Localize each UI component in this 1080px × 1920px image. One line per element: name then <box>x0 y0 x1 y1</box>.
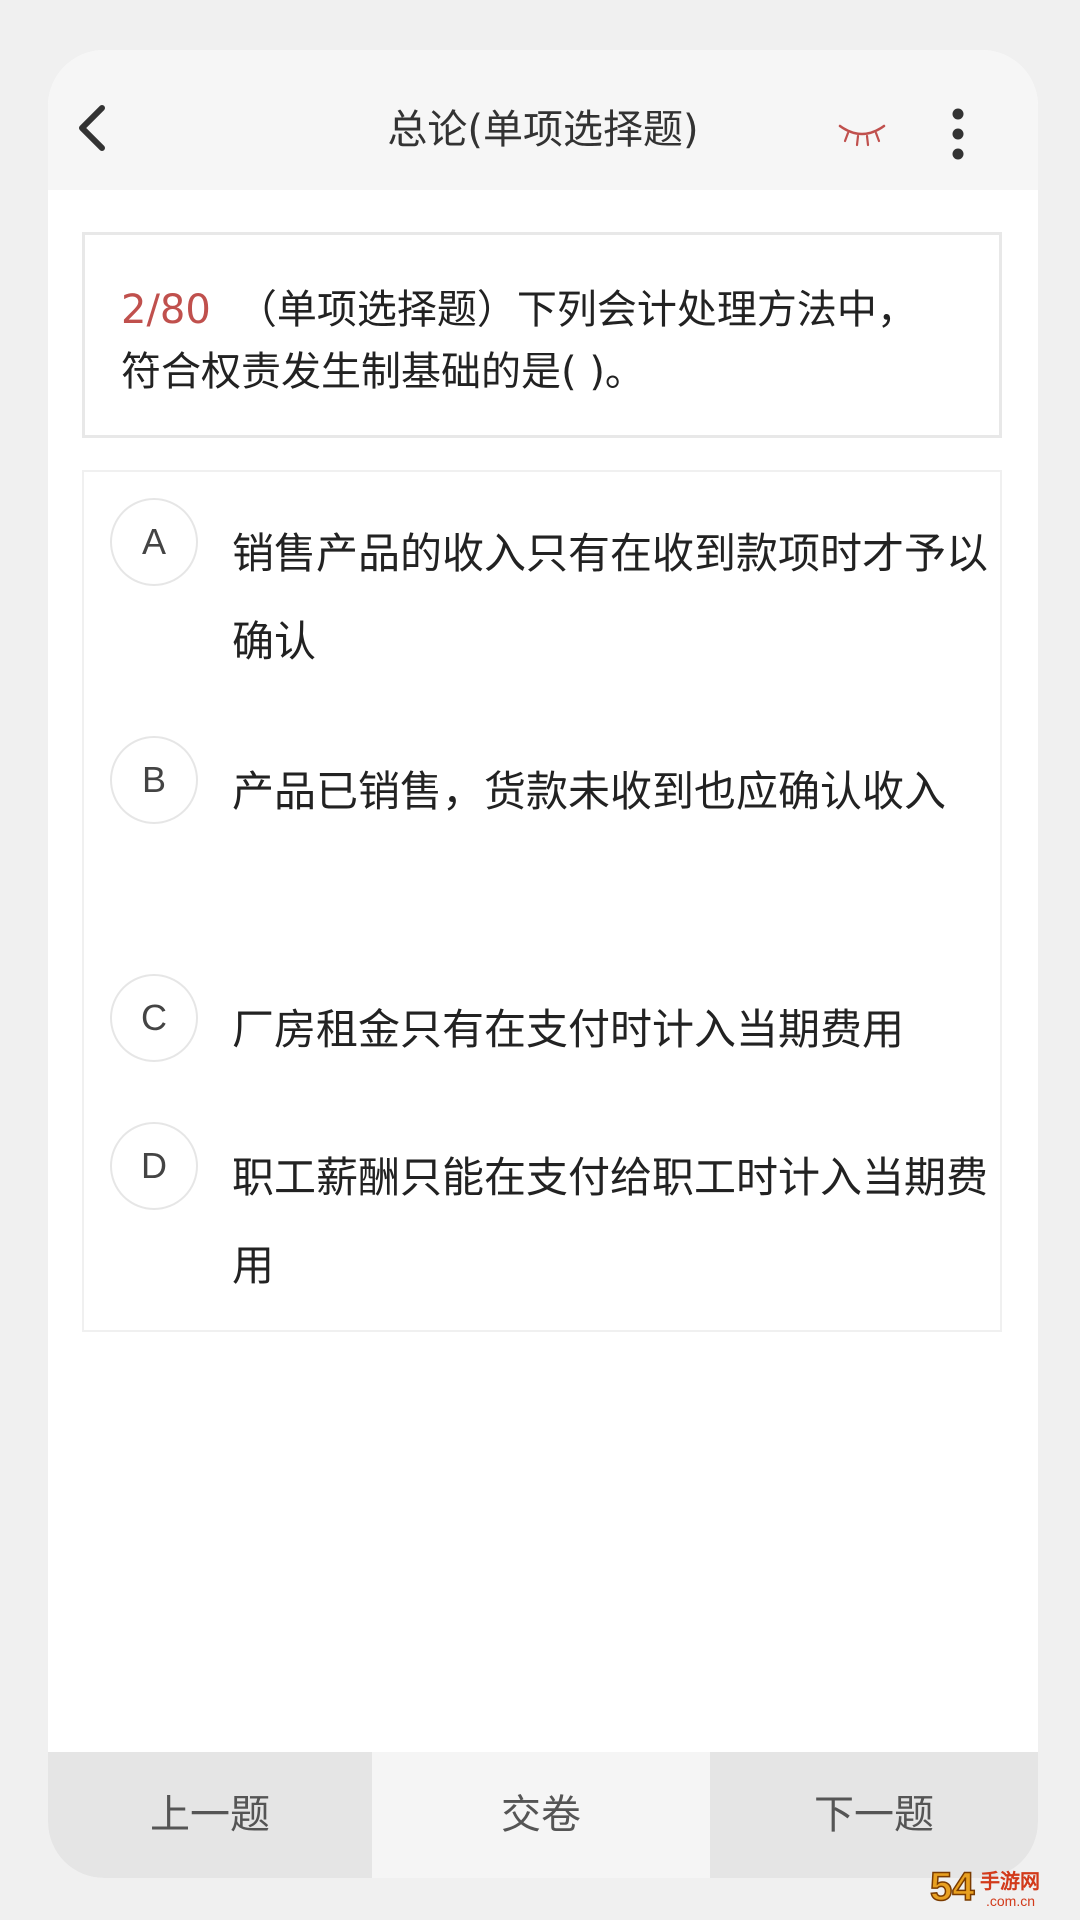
option-letter: A <box>110 498 198 586</box>
option-c[interactable]: C 厂房租金只有在支付时计入当期费用 <box>84 974 1000 1084</box>
eye-closed-icon <box>838 124 886 147</box>
option-a[interactable]: A 销售产品的收入只有在收到款项时才予以确认 <box>84 498 1000 698</box>
hide-answer-button[interactable] <box>834 116 890 152</box>
screen: 总论(单项选择题) 2/80 （单项选择题）下列会计处理方法中，符合权责发生制基… <box>0 0 1080 1920</box>
svg-text:54: 54 <box>930 1865 975 1909</box>
option-letter: D <box>110 1122 198 1210</box>
submit-button[interactable]: 交卷 <box>372 1752 710 1878</box>
more-vertical-icon <box>952 108 964 160</box>
page-title: 总论(单项选择题) <box>387 107 699 153</box>
question-number: 2/80 <box>121 287 211 333</box>
bottom-bar: 上一题 交卷 下一题 <box>48 1752 1038 1878</box>
chevron-left-icon <box>79 105 105 151</box>
option-text: 产品已销售，货款未收到也应确认收入 <box>232 767 947 816</box>
options-list: A 销售产品的收入只有在收到款项时才予以确认 B 产品已销售，货款未收到也应确认… <box>82 470 1002 1332</box>
question-text: （单项选择题）下列会计处理方法中，符合权责发生制基础的是( )。 <box>121 287 917 395</box>
top-bar: 总论(单项选择题) <box>48 50 1038 190</box>
option-text: 职工薪酬只能在支付给职工时计入当期费用 <box>232 1153 989 1290</box>
option-text: 销售产品的收入只有在收到款项时才予以确认 <box>232 529 989 666</box>
question-card: 2/80 （单项选择题）下列会计处理方法中，符合权责发生制基础的是( )。 <box>82 232 1002 438</box>
more-button[interactable] <box>938 102 978 166</box>
option-text: 厂房租金只有在支付时计入当期费用 <box>232 1005 905 1054</box>
prev-question-button[interactable]: 上一题 <box>48 1752 372 1878</box>
option-letter: B <box>110 736 198 824</box>
svg-text:手游网: 手游网 <box>980 1869 1040 1893</box>
option-d[interactable]: D 职工薪酬只能在支付给职工时计入当期费用 <box>84 1122 1000 1322</box>
next-question-button[interactable]: 下一题 <box>710 1752 1038 1878</box>
back-button[interactable] <box>70 98 120 158</box>
question-stem: 2/80 （单项选择题）下列会计处理方法中，符合权责发生制基础的是( )。 <box>121 279 951 403</box>
site-watermark-logo: 54 手游网 .com.cn <box>928 1862 1074 1912</box>
option-letter: C <box>110 974 198 1062</box>
svg-text:.com.cn: .com.cn <box>986 1893 1035 1909</box>
option-b[interactable]: B 产品已销售，货款未收到也应确认收入 <box>84 736 1000 936</box>
app-window: 总论(单项选择题) 2/80 （单项选择题）下列会计处理方法中，符合权责发生制基… <box>48 50 1038 1878</box>
